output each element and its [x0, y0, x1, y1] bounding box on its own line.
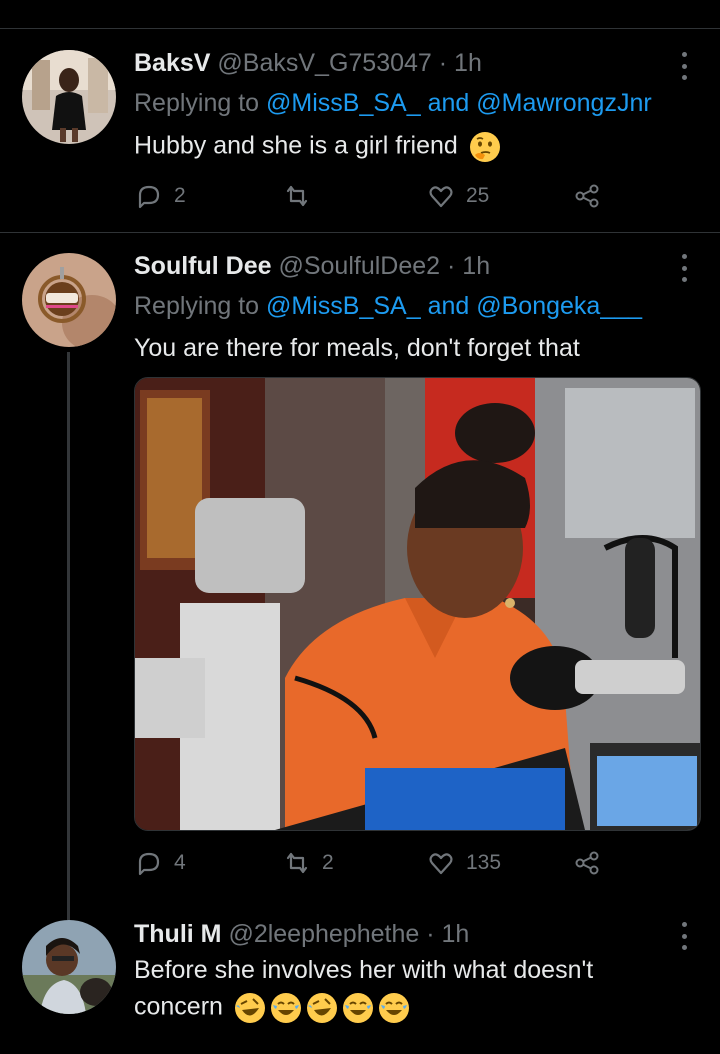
mention-link[interactable]: @MissB_SA_: [266, 89, 421, 117]
reply-button[interactable]: 4: [134, 845, 186, 881]
tweet-text-content: You are there for meals, don't forget th…: [134, 334, 580, 362]
replying-to-label: Replying to: [134, 89, 260, 117]
mention-link[interactable]: @MawrongzJnr: [476, 89, 651, 117]
tweet-header: Soulful Dee @SoulfulDee2 · 1h: [134, 252, 490, 281]
display-name[interactable]: Soulful Dee: [134, 252, 272, 280]
heart-icon: [429, 853, 453, 875]
tears-of-joy-icon: [342, 992, 374, 1024]
tweet-text-content: concern: [134, 992, 223, 1021]
reply-button[interactable]: 2: [134, 178, 186, 214]
share-button[interactable]: [572, 178, 602, 214]
thread-line: [67, 352, 70, 920]
separator-dot: ·: [447, 252, 456, 280]
share-icon: [575, 184, 599, 208]
tweet-text: You are there for meals, don't forget th…: [134, 334, 580, 363]
tweet-header: BaksV @BaksV_G753047 · 1h: [134, 49, 482, 78]
like-count: 135: [466, 851, 502, 874]
reply-icon: [138, 852, 160, 876]
replying-and: and: [427, 89, 470, 117]
tweet-header: Thuli M @2leephephethe · 1h: [134, 920, 469, 949]
reply-count: 2: [174, 184, 186, 207]
tweet-text-line: concern: [134, 992, 410, 1024]
divider: [0, 28, 720, 29]
tweet-actions: 4 2 135: [134, 845, 614, 881]
more-options-icon[interactable]: [672, 52, 696, 80]
replying-and: and: [427, 292, 470, 320]
user-handle[interactable]: @SoulfulDee2: [278, 252, 440, 280]
avatar[interactable]: [22, 253, 116, 347]
separator-dot: ·: [426, 920, 435, 948]
share-button[interactable]: [572, 845, 602, 881]
tweet-text-line: Before she involves her with what doesn'…: [134, 956, 593, 985]
tweet-actions: 2 25: [134, 178, 614, 214]
user-handle[interactable]: @BaksV_G753047: [217, 49, 431, 77]
replying-to: Replying to @MissB_SA_ and @MawrongzJnr: [134, 89, 652, 118]
timestamp[interactable]: 1h: [442, 920, 470, 948]
replying-to: Replying to @MissB_SA_ and @Bongeka___: [134, 292, 642, 321]
tears-of-joy-icon: [270, 992, 302, 1024]
separator-dot: ·: [438, 49, 448, 77]
like-button[interactable]: 25: [426, 178, 489, 214]
share-icon: [575, 851, 599, 875]
tweet-text-content: Before she involves her with what doesn'…: [134, 956, 594, 984]
like-count: 25: [466, 184, 490, 207]
mention-link[interactable]: @MissB_SA_: [266, 292, 421, 320]
display-name[interactable]: Thuli M: [134, 920, 221, 948]
retweet-button[interactable]: [282, 178, 322, 214]
reply-count: 4: [174, 851, 186, 874]
avatar[interactable]: [22, 920, 116, 1014]
retweet-icon: [286, 185, 308, 207]
reply-icon: [138, 185, 160, 209]
more-options-icon[interactable]: [672, 254, 696, 282]
avatar[interactable]: [22, 50, 116, 144]
mention-link[interactable]: @Bongeka___: [476, 292, 642, 320]
like-button[interactable]: 135: [426, 845, 501, 881]
thinking-face-icon: [469, 131, 501, 163]
rolling-on-floor-laughing-icon: [234, 992, 266, 1024]
tweet-text: Hubby and she is a girl friend: [134, 131, 501, 163]
tweet-text-content: Hubby and she is a girl friend: [134, 131, 458, 160]
divider: [0, 232, 720, 233]
timestamp[interactable]: 1h: [454, 49, 482, 77]
display-name[interactable]: BaksV: [134, 49, 210, 77]
replying-to-label: Replying to: [134, 292, 260, 320]
rolling-on-floor-laughing-icon: [306, 992, 338, 1024]
heart-icon: [429, 186, 453, 208]
more-options-icon[interactable]: [672, 922, 696, 950]
user-handle[interactable]: @2leephephethe: [228, 920, 419, 948]
timestamp[interactable]: 1h: [462, 252, 490, 280]
tweet-photo[interactable]: [134, 377, 701, 831]
retweet-icon: [286, 852, 308, 874]
retweet-count: 2: [322, 851, 334, 874]
retweet-button[interactable]: 2: [282, 845, 334, 881]
tears-of-joy-icon: [378, 992, 410, 1024]
